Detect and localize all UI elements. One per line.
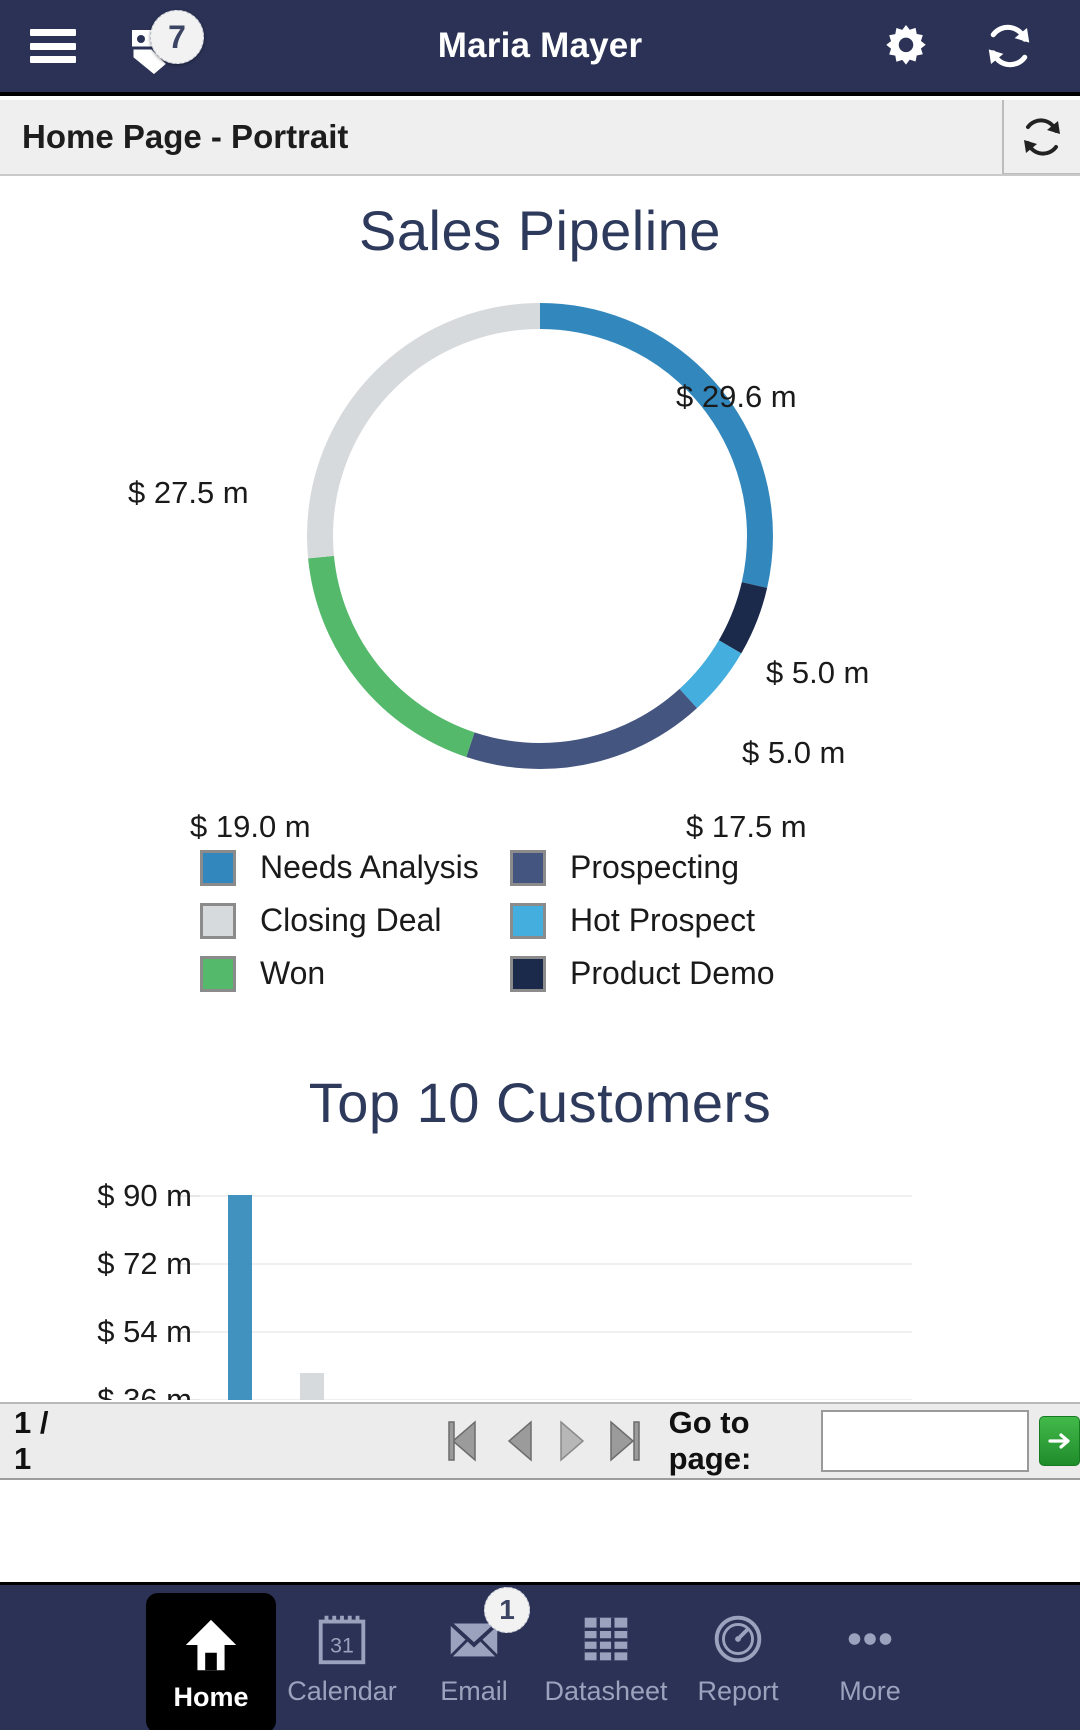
legend-label: Won: [260, 955, 326, 991]
nav-label: Email: [440, 1676, 508, 1706]
header-right-group: [878, 18, 1080, 74]
legend-item-closing-deal[interactable]: Closing Deal: [200, 902, 510, 939]
bar-plot-area: [200, 1195, 912, 1400]
donut-label-closing-deal: $ 27.5 m: [128, 475, 249, 510]
pagination-controls: [445, 1418, 647, 1464]
top-10-customers-title: Top 10 Customers: [308, 1071, 772, 1134]
refresh-icon: [988, 24, 1030, 68]
refresh-icon: [1024, 117, 1060, 156]
legend-label: Needs Analysis: [260, 849, 479, 885]
last-page-icon[interactable]: [607, 1418, 647, 1464]
page-counter: 1 / 1: [14, 1405, 49, 1476]
legend-item-needs-analysis[interactable]: Needs Analysis: [200, 849, 510, 886]
nav-item-more[interactable]: More: [804, 1585, 936, 1730]
bar-customer-2[interactable]: [300, 1373, 324, 1400]
nav-label: Home: [173, 1681, 249, 1712]
legend-label: Closing Deal: [260, 902, 442, 938]
donut-label-won: $ 19.0 m: [190, 809, 311, 844]
legend-item-won[interactable]: Won: [200, 955, 510, 992]
first-page-icon[interactable]: [445, 1418, 485, 1464]
donut-label-hot-prospect: $ 5.0 m: [742, 735, 846, 770]
legend-item-hot-prospect[interactable]: Hot Prospect: [510, 902, 820, 939]
nav-label: Calendar: [287, 1676, 397, 1706]
nav-label: Datasheet: [544, 1676, 668, 1706]
home-icon: [185, 1619, 237, 1670]
header-left-group: 7: [0, 10, 204, 78]
nav-item-home[interactable]: Home: [146, 1593, 276, 1730]
gridline: [200, 1331, 912, 1333]
settings-button[interactable]: [878, 18, 934, 74]
legend-swatch-icon: [200, 955, 236, 992]
legend-swatch-icon: [510, 902, 546, 939]
legend-swatch-icon: [510, 955, 546, 992]
pagination-bar: 1 / 1 Go to page:: [0, 1402, 1080, 1480]
legend-swatch-icon: [510, 849, 546, 886]
legend-label: Hot Prospect: [570, 902, 755, 938]
bar-customer-1[interactable]: [228, 1195, 252, 1400]
tags-badge: 7: [150, 10, 204, 64]
nav-item-datasheet[interactable]: Datasheet: [540, 1585, 672, 1730]
nav-item-calendar[interactable]: 31 Calendar: [276, 1585, 408, 1730]
donut-label-needs-analysis: $ 29.6 m: [676, 379, 797, 414]
nav-label: More: [839, 1676, 901, 1706]
subheader-refresh-button[interactable]: [1002, 100, 1080, 174]
donut-svg: [307, 303, 773, 769]
nav-item-report[interactable]: Report: [672, 1585, 804, 1730]
legend-label: Product Demo: [570, 955, 775, 991]
table-grid-icon: [584, 1617, 628, 1661]
legend-swatch-icon: [200, 849, 236, 886]
next-page-icon[interactable]: [555, 1418, 589, 1464]
goto-page-input[interactable]: [821, 1410, 1030, 1472]
goto-page-label: Go to page:: [668, 1405, 752, 1476]
ellipsis-icon: [848, 1633, 892, 1645]
bottom-navigation: Home 31 Calendar Email 1 Datasheet Repor…: [0, 1582, 1080, 1730]
calendar-icon: 31: [318, 1615, 366, 1665]
sales-pipeline-chart: $ 29.6 m $ 5.0 m $ 5.0 m $ 17.5 m $ 19.0…: [0, 263, 1080, 844]
legend-item-prospecting[interactable]: Prospecting: [510, 849, 820, 886]
nav-item-email[interactable]: Email 1: [408, 1585, 540, 1730]
donut-label-product-demo: $ 5.0 m: [766, 655, 870, 690]
dashboard-content: Sales Pipeline $ 29.6 m $ 5.0 m $ 5.0 m: [0, 178, 1080, 1400]
gear-icon: [886, 25, 926, 65]
svg-text:31: 31: [330, 1634, 354, 1658]
page-subheader: Home Page - Portrait: [0, 100, 1080, 176]
donut-label-prospecting: $ 17.5 m: [686, 809, 807, 844]
email-badge: 1: [484, 1587, 530, 1633]
gauge-icon: [714, 1615, 762, 1663]
y-axis-tick-label: $ 90 m: [97, 1178, 192, 1213]
app-header: 7 Maria Mayer: [0, 0, 1080, 96]
top-10-customers-chart: $ 90 m $ 72 m $ 54 m $ 36 m: [0, 1178, 1080, 1400]
y-axis-tick-label: $ 72 m: [97, 1246, 192, 1281]
hamburger-menu-icon[interactable]: [30, 29, 76, 63]
legend-label: Prospecting: [570, 849, 739, 885]
legend-swatch-icon: [200, 902, 236, 939]
sales-pipeline-title: Sales Pipeline: [359, 199, 721, 262]
subheader-title: Home Page - Portrait: [22, 118, 349, 155]
sales-pipeline-legend: Needs Analysis Prospecting Closing Deal …: [200, 849, 880, 992]
y-axis-tick-label: $ 36 m: [97, 1382, 192, 1400]
gridline: [200, 1195, 912, 1197]
goto-page-submit-button[interactable]: [1039, 1416, 1080, 1466]
y-axis-tick-label: $ 54 m: [97, 1314, 192, 1349]
legend-item-product-demo[interactable]: Product Demo: [510, 955, 820, 992]
arrow-right-icon: [1048, 1433, 1070, 1449]
gridline: [200, 1263, 912, 1265]
previous-page-icon[interactable]: [503, 1418, 537, 1464]
tags-button[interactable]: 7: [122, 10, 204, 78]
sync-button[interactable]: [982, 19, 1036, 73]
nav-label: Report: [697, 1676, 779, 1706]
